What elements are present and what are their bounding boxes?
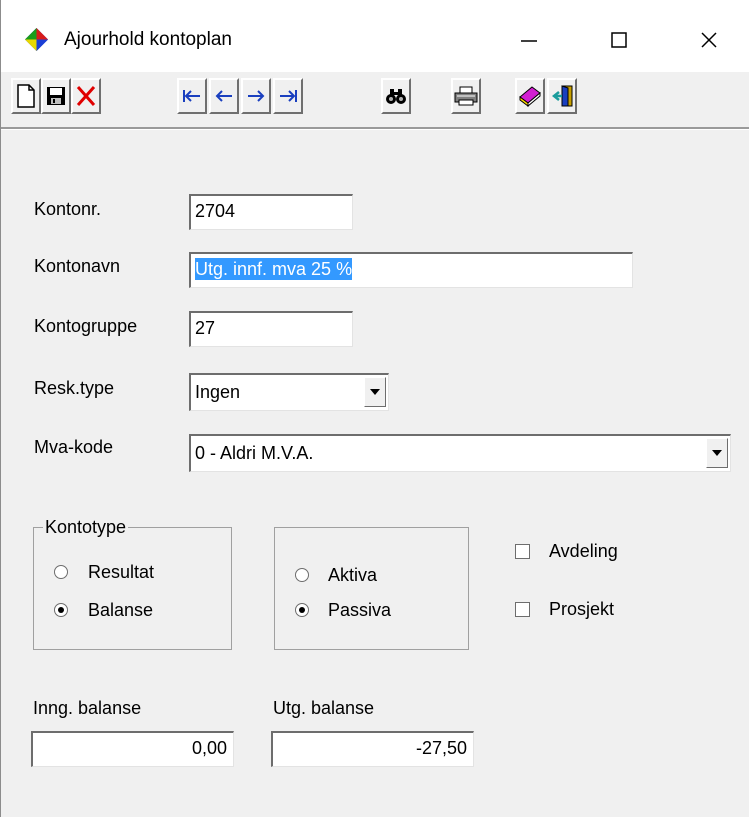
toolbar	[1, 72, 749, 127]
kontotype-caption: Kontotype	[43, 516, 129, 538]
kontogruppe-value: 27	[195, 318, 216, 338]
inng-balanse-label: Inng. balanse	[33, 698, 142, 718]
minimize-button[interactable]	[506, 20, 552, 60]
save-button[interactable]	[41, 78, 71, 114]
avdeling-checkbox[interactable]	[515, 544, 530, 559]
previous-record-icon	[215, 90, 232, 102]
first-record-icon	[183, 90, 200, 102]
new-button[interactable]	[11, 78, 41, 114]
last-record-button[interactable]	[273, 78, 303, 114]
exit-door-icon	[551, 85, 573, 107]
prosjekt-checkbox[interactable]	[515, 602, 530, 617]
radio-balanse-label: Balanse	[88, 600, 154, 620]
radio-selected-dot	[299, 607, 305, 613]
chevron-down-icon	[712, 450, 722, 456]
print-button[interactable]	[451, 78, 481, 114]
resktype-dropdown-button[interactable]	[364, 377, 386, 407]
radio-aktiva[interactable]	[295, 568, 309, 582]
radio-aktiva-label: Aktiva	[328, 565, 378, 585]
inng-balanse-field[interactable]: 0,00	[31, 731, 234, 767]
previous-record-button[interactable]	[209, 78, 239, 114]
utg-balanse-label: Utg. balanse	[273, 698, 375, 718]
exit-button[interactable]	[547, 78, 577, 114]
app-icon	[25, 28, 48, 51]
close-button[interactable]	[686, 20, 732, 60]
resktype-select[interactable]: Ingen	[189, 373, 389, 411]
delete-button[interactable]	[71, 78, 101, 114]
utg-balanse-value: -27,50	[415, 738, 467, 758]
kontogruppe-field[interactable]: 27	[189, 311, 353, 347]
chevron-down-icon	[370, 389, 380, 395]
close-icon	[701, 32, 717, 48]
next-record-button[interactable]	[241, 78, 271, 114]
prosjekt-label: Prosjekt	[549, 599, 615, 619]
kontonavn-value: Utg. innf. mva 25 %	[195, 258, 353, 280]
title-bar[interactable]: Ajourhold kontoplan	[1, 0, 749, 72]
utg-balanse-field[interactable]: -27,50	[271, 731, 474, 767]
kontonr-label: Kontonr.	[34, 199, 102, 219]
next-record-icon	[248, 90, 265, 102]
kontonr-field[interactable]: 2704	[189, 194, 353, 230]
kontonr-value: 2704	[195, 201, 236, 221]
binoculars-search-icon	[386, 89, 406, 104]
inng-balanse-value: 0,00	[191, 738, 227, 758]
radio-passiva-label: Passiva	[328, 600, 392, 620]
save-icon	[47, 87, 65, 105]
search-button[interactable]	[381, 78, 411, 114]
radio-resultat-label: Resultat	[88, 562, 155, 582]
radio-resultat[interactable]	[54, 565, 68, 579]
book-button[interactable]	[515, 78, 545, 114]
new-document-icon	[17, 84, 35, 108]
kontotype-group	[33, 527, 232, 650]
window: Ajourhold kontoplan Kontonr. 2704 Konton…	[0, 0, 749, 817]
kontonavn-field[interactable]: Utg. innf. mva 25 %	[189, 252, 633, 288]
window-title: Ajourhold kontoplan	[64, 29, 232, 50]
delete-icon	[76, 86, 96, 106]
resktype-value: Ingen	[195, 382, 241, 402]
toolbar-separator	[1, 127, 749, 130]
maximize-icon	[611, 32, 627, 48]
avdeling-label: Avdeling	[549, 541, 618, 561]
resktype-label: Resk.type	[34, 378, 115, 398]
kontogruppe-label: Kontogruppe	[34, 316, 138, 336]
mvakode-value: 0 - Aldri M.V.A.	[195, 443, 314, 463]
book-icon	[519, 86, 541, 107]
last-record-icon	[280, 90, 297, 102]
radio-selected-dot	[58, 607, 64, 613]
radio-balanse[interactable]	[54, 603, 68, 617]
aktiva-passiva-group	[274, 527, 469, 650]
radio-passiva[interactable]	[295, 603, 309, 617]
mvakode-dropdown-button[interactable]	[706, 438, 728, 468]
mvakode-select[interactable]: 0 - Aldri M.V.A.	[189, 434, 731, 472]
minimize-icon	[521, 40, 537, 42]
maximize-button[interactable]	[596, 20, 642, 60]
printer-icon	[454, 86, 478, 106]
mvakode-label: Mva-kode	[34, 437, 114, 457]
kontonavn-label: Kontonavn	[34, 256, 121, 276]
first-record-button[interactable]	[177, 78, 207, 114]
